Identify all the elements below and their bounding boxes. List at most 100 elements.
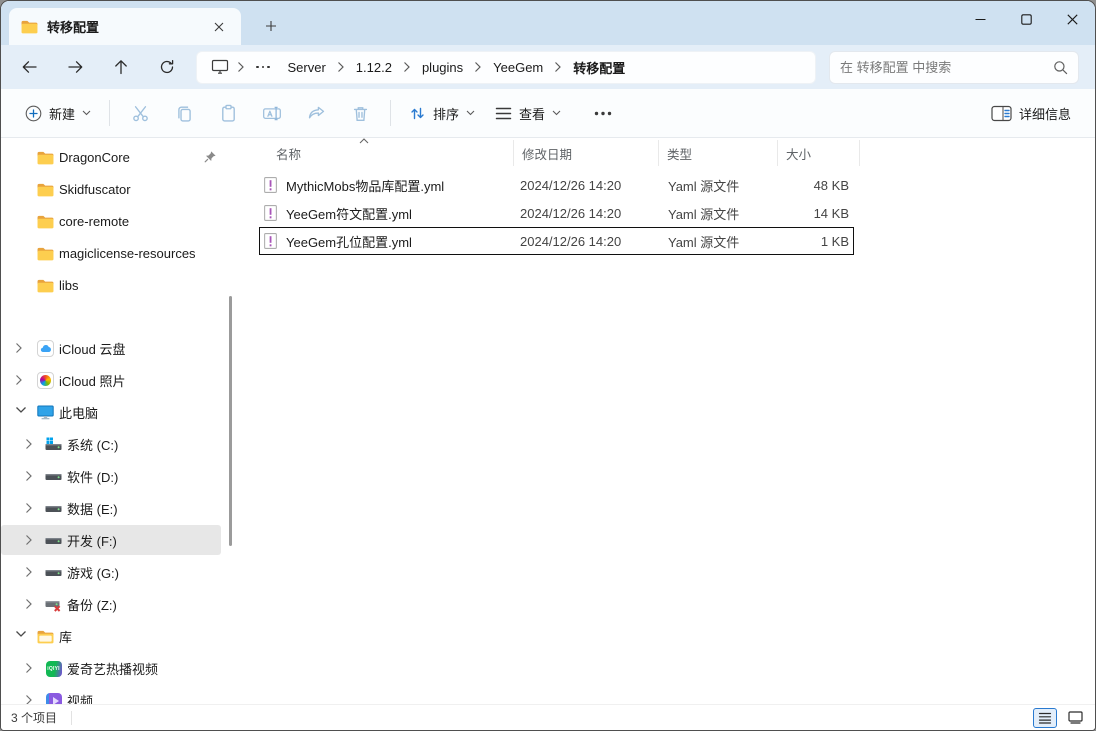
sidebar-item-label: libs bbox=[59, 278, 79, 293]
file-type: Yaml 源文件 bbox=[660, 204, 772, 223]
refresh-button[interactable] bbox=[150, 51, 184, 83]
sidebar-scrollbar[interactable] bbox=[229, 296, 232, 546]
status-bar: 3 个项目 bbox=[1, 704, 1095, 730]
breadcrumb-yeegem[interactable]: YeeGem bbox=[484, 57, 552, 78]
sidebar-item-core-remote[interactable]: core-remote bbox=[1, 206, 241, 236]
sidebar-item-dragoncore[interactable]: DragonCore bbox=[1, 142, 241, 172]
pin-icon[interactable] bbox=[204, 150, 217, 166]
windows-drive-icon bbox=[45, 436, 62, 453]
chevron-down-icon[interactable] bbox=[15, 406, 27, 418]
column-header-size[interactable]: 大小 bbox=[778, 140, 860, 166]
chevron-right-icon[interactable] bbox=[25, 438, 37, 450]
minimize-button[interactable] bbox=[957, 1, 1003, 37]
sidebar-item-label: core-remote bbox=[59, 214, 129, 229]
chevron-right-icon[interactable] bbox=[15, 342, 27, 354]
sidebar-item-magiclicense-resources[interactable]: magiclicense-resources bbox=[1, 238, 241, 268]
sidebar-item-libs[interactable]: libs bbox=[1, 270, 241, 300]
sidebar-item-drive-c[interactable]: 系统 (C:) bbox=[1, 429, 241, 459]
folder-icon bbox=[37, 181, 54, 198]
file-name: YeeGem孔位配置.yml bbox=[286, 232, 412, 251]
copy-button[interactable] bbox=[162, 95, 206, 131]
chevron-right-icon bbox=[335, 61, 347, 73]
file-row[interactable]: MythicMobs物品库配置.yml 2024/12/26 14:20 Yam… bbox=[259, 171, 854, 199]
breadcrumb-current[interactable]: 转移配置 bbox=[564, 55, 634, 80]
chevron-right-icon bbox=[235, 61, 247, 73]
search-input[interactable] bbox=[840, 60, 1053, 75]
column-header-type[interactable]: 类型 bbox=[659, 140, 778, 166]
sidebar-item-label: iCloud 照片 bbox=[59, 371, 125, 390]
search-icon[interactable] bbox=[1053, 60, 1068, 75]
address-bar[interactable]: Server 1.12.2 plugins YeeGem 转移配置 bbox=[196, 51, 816, 84]
up-button[interactable] bbox=[104, 51, 138, 83]
chevron-right-icon[interactable] bbox=[25, 566, 37, 578]
details-pane-button[interactable]: 详细信息 bbox=[981, 95, 1081, 131]
this-pc-icon bbox=[37, 404, 54, 421]
sidebar-item-label: DragonCore bbox=[59, 150, 130, 165]
large-icons-view-button[interactable] bbox=[1063, 708, 1087, 728]
cut-button[interactable] bbox=[118, 95, 162, 131]
maximize-button[interactable] bbox=[1003, 1, 1049, 37]
navigation-bar: Server 1.12.2 plugins YeeGem 转移配置 bbox=[1, 45, 1095, 89]
chevron-right-icon[interactable] bbox=[25, 598, 37, 610]
sidebar-item-icloud-photos[interactable]: iCloud 照片 bbox=[1, 365, 241, 395]
drive-icon bbox=[45, 500, 62, 517]
delete-button[interactable] bbox=[338, 95, 382, 131]
drive-icon bbox=[45, 468, 62, 485]
breadcrumb-plugins[interactable]: plugins bbox=[413, 57, 472, 78]
sidebar-item-label: iCloud 云盘 bbox=[59, 339, 125, 358]
sidebar-item-label: Skidfuscator bbox=[59, 182, 131, 197]
sidebar-section-gap bbox=[1, 302, 241, 333]
sidebar-item-drive-e[interactable]: 数据 (E:) bbox=[1, 493, 241, 523]
more-options-button[interactable] bbox=[581, 95, 625, 131]
chevron-right-icon[interactable] bbox=[25, 662, 37, 674]
folder-icon bbox=[37, 149, 54, 166]
file-type: Yaml 源文件 bbox=[660, 232, 772, 251]
sort-button-label: 排序 bbox=[433, 104, 459, 123]
sort-button[interactable]: 排序 bbox=[399, 95, 485, 131]
sidebar-item-icloud-drive[interactable]: iCloud 云盘 bbox=[1, 333, 241, 363]
sidebar-item-this-pc[interactable]: 此电脑 bbox=[1, 397, 241, 427]
column-header-name[interactable]: 名称 bbox=[241, 140, 514, 166]
sort-ascending-icon bbox=[359, 138, 369, 147]
close-button[interactable] bbox=[1049, 1, 1095, 37]
search-box[interactable] bbox=[829, 51, 1079, 84]
sidebar-item-libraries[interactable]: 库 bbox=[1, 621, 241, 651]
explorer-body: DragonCore Skidfuscator core-remote magi… bbox=[1, 138, 1095, 706]
new-button[interactable]: 新建 bbox=[15, 95, 101, 131]
breadcrumb-overflow-icon[interactable] bbox=[247, 66, 279, 69]
sidebar-item-videos[interactable]: 视频 bbox=[1, 685, 241, 706]
forward-button[interactable] bbox=[58, 51, 92, 83]
sidebar-item-drive-f[interactable]: 开发 (F:) bbox=[1, 525, 221, 555]
details-pane-label: 详细信息 bbox=[1019, 104, 1071, 123]
back-button[interactable] bbox=[12, 51, 46, 83]
column-header-date[interactable]: 修改日期 bbox=[514, 140, 659, 166]
tab-bar: 转移配置 bbox=[1, 1, 1095, 45]
file-row[interactable]: YeeGem符文配置.yml 2024/12/26 14:20 Yaml 源文件… bbox=[259, 199, 854, 227]
breadcrumb-version[interactable]: 1.12.2 bbox=[347, 57, 401, 78]
chevron-down-icon[interactable] bbox=[15, 630, 27, 642]
sidebar-item-drive-z[interactable]: 备份 (Z:) bbox=[1, 589, 241, 619]
share-button[interactable] bbox=[294, 95, 338, 131]
chevron-right-icon bbox=[401, 61, 413, 73]
view-button[interactable]: 查看 bbox=[485, 95, 571, 131]
chevron-right-icon[interactable] bbox=[15, 374, 27, 386]
view-lines-icon bbox=[495, 106, 512, 121]
tab-close-icon[interactable] bbox=[207, 15, 231, 39]
new-tab-button[interactable] bbox=[257, 13, 285, 39]
chevron-right-icon[interactable] bbox=[25, 470, 37, 482]
sidebar-item-skidfuscator[interactable]: Skidfuscator bbox=[1, 174, 241, 204]
file-row-selected[interactable]: YeeGem孔位配置.yml 2024/12/26 14:20 Yaml 源文件… bbox=[259, 227, 854, 255]
icloud-drive-icon bbox=[37, 340, 54, 357]
breadcrumb-server[interactable]: Server bbox=[279, 57, 335, 78]
sidebar-item-iqiyi-videos[interactable]: iQIYI 爱奇艺热播视频 bbox=[1, 653, 241, 683]
paste-button[interactable] bbox=[206, 95, 250, 131]
rename-button[interactable] bbox=[250, 95, 294, 131]
explorer-tab[interactable]: 转移配置 bbox=[9, 8, 241, 45]
sidebar-item-drive-g[interactable]: 游戏 (G:) bbox=[1, 557, 241, 587]
chevron-right-icon[interactable] bbox=[25, 534, 37, 546]
this-pc-crumb-icon[interactable] bbox=[205, 59, 235, 75]
sidebar-item-drive-d[interactable]: 软件 (D:) bbox=[1, 461, 241, 491]
chevron-right-icon[interactable] bbox=[25, 502, 37, 514]
chevron-right-icon bbox=[552, 61, 564, 73]
details-view-button[interactable] bbox=[1033, 708, 1057, 728]
